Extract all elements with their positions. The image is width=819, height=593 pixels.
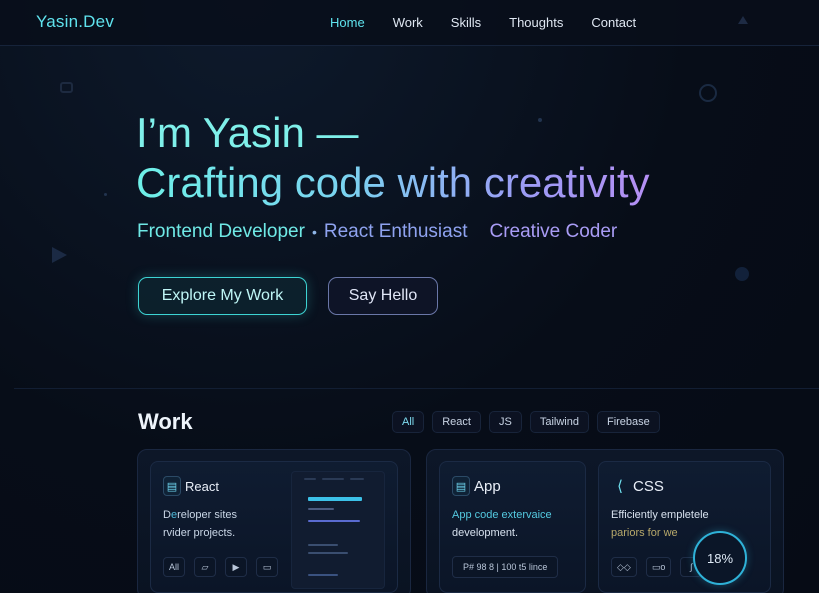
dot-decoration-icon <box>735 267 749 281</box>
hero-title-line1: I’m Yasin — <box>136 109 359 156</box>
nav-link-skills[interactable]: Skills <box>451 15 481 30</box>
nav-links: Home Work Skills Thoughts Contact <box>330 15 664 30</box>
link-icon[interactable]: ▱ <box>194 557 217 577</box>
card-title: React <box>185 478 219 494</box>
desc-text: Efficiently empletele <box>611 509 709 521</box>
card-header: ⟨ CSS <box>611 476 664 496</box>
card-header: ▤ React <box>163 476 219 496</box>
play-icon[interactable]: ▶ <box>225 557 248 577</box>
desc-text: App code extervaice <box>452 509 552 521</box>
gauge-value: 18% <box>706 550 734 566</box>
hero-title-line2: Crafting code with creativity <box>136 159 650 206</box>
role-react: React Enthusiast <box>323 221 468 242</box>
top-nav: Yasin.Dev Home Work Skills Thoughts Cont… <box>0 0 819 46</box>
card-chips: All ▱ ▶ ▭ <box>163 557 287 577</box>
role-creative: Creative Coder <box>489 221 618 242</box>
card-description: Efficiently empletele pariors for we <box>611 506 709 542</box>
nav-link-home[interactable]: Home <box>330 15 365 30</box>
filter-js[interactable]: JS <box>488 411 522 433</box>
hero-roles: Frontend Developer • React Enthusiast Cr… <box>137 221 617 243</box>
filter-all[interactable]: All <box>392 411 425 433</box>
explore-work-button[interactable]: Explore My Work <box>138 277 307 315</box>
dot-decoration-icon <box>104 193 107 196</box>
filter-firebase[interactable]: Firebase <box>596 411 660 433</box>
nav-link-thoughts[interactable]: Thoughts <box>509 15 563 30</box>
hero-title: I’m Yasin — Crafting code with creativit… <box>136 108 650 208</box>
card-description: Dereloper sites rvider projects. <box>163 506 237 542</box>
project-preview-thumbnail <box>291 471 385 589</box>
code-icon: ⟨ <box>617 478 623 495</box>
desc-text: pariors for we <box>611 527 678 539</box>
nav-link-work[interactable]: Work <box>393 15 423 30</box>
work-filters: All React JS Tailwind Firebase <box>392 411 668 433</box>
filter-react[interactable]: React <box>432 411 481 433</box>
square-decoration-icon <box>60 82 73 93</box>
project-meta-badge: P# 98 8 | 100 t5 lince <box>452 556 559 578</box>
section-divider <box>14 388 819 389</box>
desc-text: D <box>163 509 171 521</box>
window-icon[interactable]: ▭o <box>645 557 672 577</box>
chip-all[interactable]: All <box>163 557 186 577</box>
card-header: ▤ App <box>452 476 501 496</box>
card-meta: P# 98 8 | 100 t5 lince <box>452 556 567 578</box>
triangle-decoration-icon <box>738 16 748 24</box>
desc-text: development. <box>452 527 519 539</box>
say-hello-button[interactable]: Say Hello <box>328 277 438 315</box>
nav-link-contact[interactable]: Contact <box>591 15 636 30</box>
window-icon[interactable]: ▭ <box>256 557 279 577</box>
role-separator: • <box>311 224 317 240</box>
play-decoration-icon <box>52 247 67 263</box>
brand-logo[interactable]: Yasin.Dev <box>36 12 114 32</box>
card-description: App code extervaice development. <box>452 506 552 542</box>
filter-tailwind[interactable]: Tailwind <box>529 411 589 433</box>
card-title: CSS <box>633 477 664 495</box>
progress-gauge: 18% <box>693 531 747 585</box>
circle-decoration-icon <box>699 84 717 102</box>
desc-text: reloper sites <box>177 509 237 521</box>
role-frontend: Frontend Developer <box>137 221 305 242</box>
file-icon: ▤ <box>452 476 470 496</box>
card-title: App <box>474 477 501 495</box>
desc-text: rvider projects. <box>163 527 236 539</box>
layers-icon[interactable]: ◇◇ <box>611 557 637 577</box>
file-icon: ▤ <box>163 476 181 496</box>
work-section-title: Work <box>138 409 193 434</box>
